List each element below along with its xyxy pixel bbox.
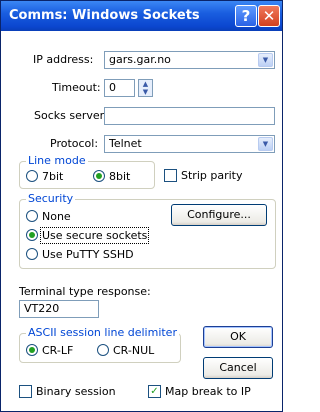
radio-use-secure-sockets-label: Use secure sockets xyxy=(39,227,150,244)
map-break-checkbox[interactable]: ✓ xyxy=(148,385,161,398)
radio-cr-nul[interactable] xyxy=(97,344,109,356)
radio-use-putty-sshd-label: Use PuTTY SSHD xyxy=(42,248,134,261)
dialog-window: Comms: Windows Sockets ? ✕ IP address: g… xyxy=(0,0,283,412)
cancel-button[interactable]: Cancel xyxy=(203,357,273,379)
help-button[interactable]: ? xyxy=(235,5,257,27)
timeout-value: 0 xyxy=(109,81,116,94)
radio-8bit[interactable] xyxy=(93,170,105,182)
radio-use-secure-sockets[interactable] xyxy=(26,229,38,241)
binary-session-checkbox[interactable] xyxy=(19,385,32,398)
configure-button[interactable]: Configure... xyxy=(171,204,267,226)
close-button[interactable]: ✕ xyxy=(258,5,280,27)
radio-7bit[interactable] xyxy=(26,170,38,182)
timeout-input[interactable]: 0 xyxy=(104,79,135,97)
terminal-type-input[interactable]: VT220 xyxy=(19,300,99,318)
ip-address-combobox[interactable]: gars.gar.no ▼ xyxy=(104,51,275,69)
timeout-label: Timeout: xyxy=(52,81,101,94)
radio-cr-nul-label: CR-NUL xyxy=(113,344,155,357)
protocol-select[interactable]: Telnet ▼ xyxy=(104,135,275,153)
ip-address-label: IP address: xyxy=(33,53,94,66)
checkmark-icon: ✓ xyxy=(150,386,159,397)
strip-parity-checkbox[interactable] xyxy=(164,169,177,182)
ascii-delimiter-title: ASCII session line delimiter xyxy=(26,326,179,339)
binary-session-label: Binary session xyxy=(36,385,116,398)
line-mode-group: Line mode xyxy=(19,154,155,189)
strip-parity-label: Strip parity xyxy=(181,169,243,182)
chevron-down-icon[interactable]: ▼ xyxy=(258,53,273,67)
security-title: Security xyxy=(26,192,76,205)
help-icon: ? xyxy=(241,7,251,25)
radio-7bit-label: 7bit xyxy=(42,170,64,183)
socks-server-input[interactable] xyxy=(104,107,275,125)
chevron-down-icon[interactable]: ▼ xyxy=(258,137,273,151)
arrow-up-icon[interactable]: ▲ xyxy=(139,80,152,88)
radio-security-none-label: None xyxy=(42,210,71,223)
radio-8bit-label: 8bit xyxy=(109,170,131,183)
terminal-type-value: VT220 xyxy=(24,302,60,315)
socks-server-label: Socks server: xyxy=(34,109,108,122)
line-mode-title: Line mode xyxy=(26,154,88,167)
arrow-down-icon[interactable]: ▼ xyxy=(139,88,152,96)
close-icon: ✕ xyxy=(262,7,276,25)
terminal-type-label: Terminal type response: xyxy=(19,285,151,298)
radio-cr-lf-label: CR-LF xyxy=(42,344,74,357)
map-break-label: Map break to IP xyxy=(165,385,251,398)
ok-button[interactable]: OK xyxy=(203,326,273,348)
ip-address-value: gars.gar.no xyxy=(109,53,171,66)
title-bar[interactable]: Comms: Windows Sockets ? ✕ xyxy=(1,1,282,31)
radio-cr-lf[interactable] xyxy=(26,344,38,356)
protocol-value: Telnet xyxy=(109,137,142,150)
timeout-spinner[interactable]: ▲ ▼ xyxy=(138,79,153,97)
window-title: Comms: Windows Sockets xyxy=(9,8,200,23)
radio-security-none[interactable] xyxy=(26,210,38,222)
protocol-label: Protocol: xyxy=(50,137,99,150)
radio-use-putty-sshd[interactable] xyxy=(26,248,38,260)
